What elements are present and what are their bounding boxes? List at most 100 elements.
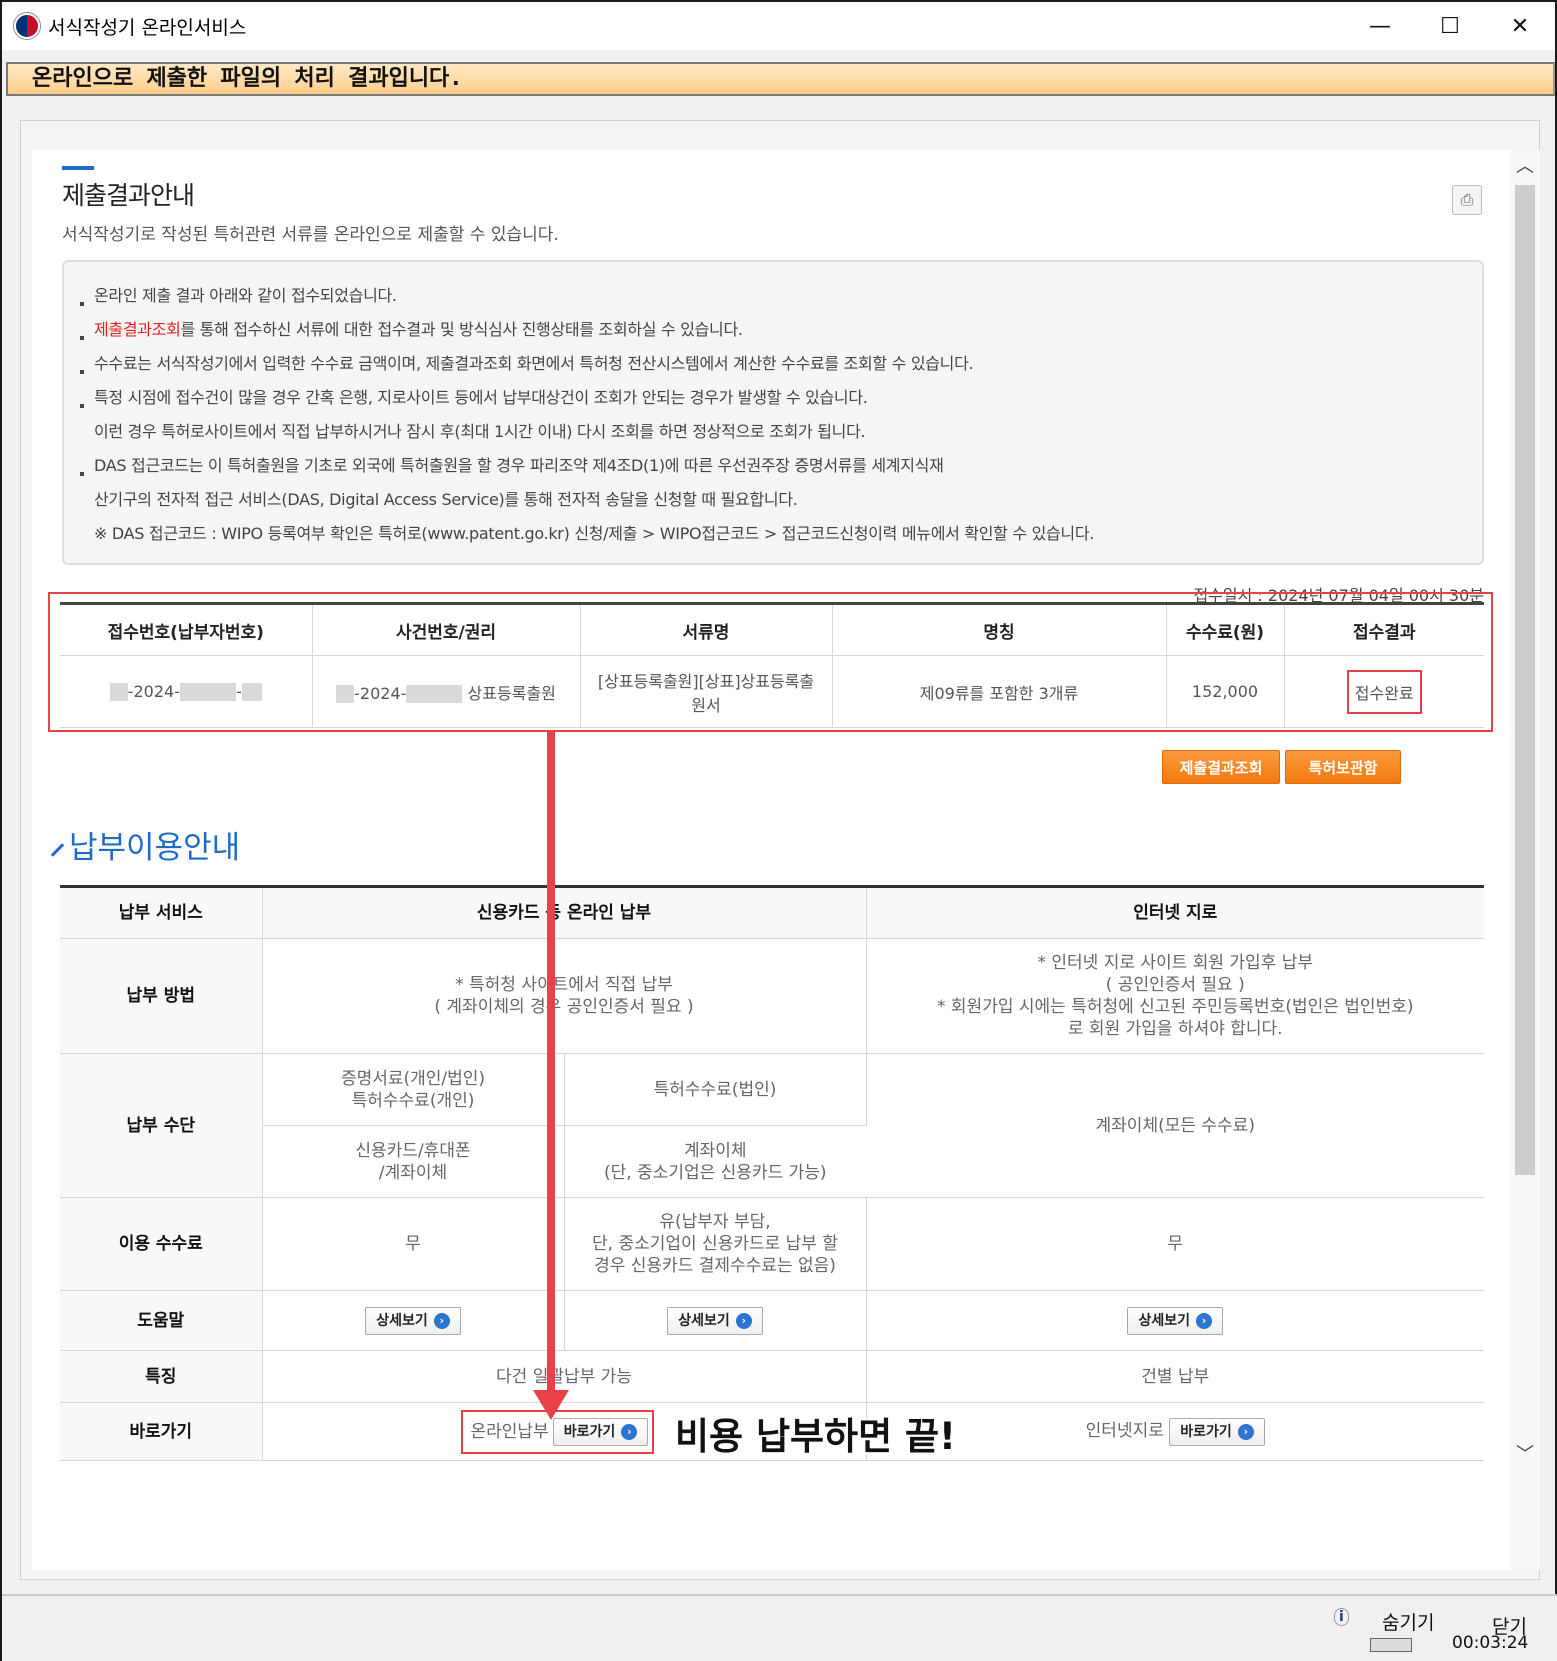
notice-line-7: 산기구의 전자적 접근 서비스(DAS, Digital Access Serv… <box>94 490 798 509</box>
table-row: 이용 수수료 무 유(납부자 부담, 단, 중소기업이 신용카드로 납부 할 경… <box>60 1197 1484 1291</box>
shortcut-giro-cell: 인터넷지로 바로가기 › <box>866 1402 1484 1461</box>
notice-box: 온라인 제출 결과 아래와 같이 접수되었습니다. 제출결과조회를 통해 접수하… <box>62 260 1484 565</box>
bullet-icon <box>80 336 84 340</box>
detail-button-transfer[interactable]: 상세보기 › <box>667 1306 763 1335</box>
notice-line-5: 이런 경우 특허로사이트에서 직접 납부하시거나 잠시 후(최대 1시간 이내)… <box>94 422 866 441</box>
col-doc-name: 서류명 <box>580 602 833 656</box>
help-label: 도움말 <box>60 1290 263 1351</box>
fee-giro: 무 <box>866 1197 1484 1291</box>
redacted-block <box>109 683 128 702</box>
method-online: * 특허청 사이트에서 직접 납부 ( 계좌이체의 경우 공인인증서 필요 ) <box>262 938 867 1054</box>
arrow-right-icon: › <box>433 1312 450 1329</box>
help-cell-b: 상세보기 › <box>564 1290 867 1351</box>
feature-label: 특징 <box>60 1350 263 1403</box>
help-cell-giro: 상세보기 › <box>866 1290 1484 1351</box>
bullet-icon <box>80 472 84 476</box>
means-giro: 계좌이체(모든 수수료) <box>866 1053 1484 1198</box>
status-badge: 접수완료 <box>1346 669 1422 714</box>
table-row: -2024- - -2024- 상표등록출원 [상표등록출원][상표]상표등록출원… <box>60 655 1484 728</box>
redacted-block <box>241 683 262 702</box>
col-fee: 수수료(원) <box>1166 602 1285 656</box>
means-label: 납부 수단 <box>60 1053 263 1198</box>
info-icon[interactable]: i <box>1334 1608 1349 1626</box>
print-icon[interactable]: ⎙ <box>1452 185 1482 215</box>
pay-header-row: 납부 서비스 신용카드 등 온라인 납부 인터넷 지로 <box>60 885 1484 939</box>
means-b2: 계좌이체 (단, 중소기업은 신용카드 가능) <box>564 1125 866 1198</box>
close-button[interactable]: ✕ <box>1485 2 1555 50</box>
method-giro: * 인터넷 지로 사이트 회원 가입후 납부 ( 공인인증서 필요 ) * 회원… <box>866 938 1484 1054</box>
title-bar: 서식작성기 온라인서비스 — ☐ ✕ <box>2 2 1555 50</box>
minimize-button[interactable]: — <box>1345 2 1415 50</box>
notice-line-1: 온라인 제출 결과 아래와 같이 접수되었습니다. <box>94 286 397 305</box>
notice-line-4: 특정 시점에 접수건이 많을 경우 간혹 은행, 지로사이트 등에서 납부대상건… <box>94 388 868 407</box>
redacted-block <box>179 683 236 702</box>
result-header-row: 접수번호(납부자번호) 사건번호/권리 서류명 명칭 수수료(원) 접수결과 <box>60 602 1484 656</box>
keyboard-icon <box>1370 1638 1412 1652</box>
patent-storage-button[interactable]: 특허보관함 <box>1285 750 1401 784</box>
redacted-block <box>406 685 463 703</box>
result-banner: 온라인으로 제출한 파일의 처리 결과입니다. <box>6 62 1555 96</box>
notice-line-2: 제출결과조회를 통해 접수하신 서류에 대한 접수결과 및 방식심사 진행상태를… <box>94 320 743 339</box>
giro-pay-goto-button[interactable]: 바로가기 › <box>1169 1417 1265 1446</box>
col-name: 명칭 <box>832 602 1167 656</box>
fee-a: 무 <box>262 1197 565 1291</box>
col-internet-giro: 인터넷 지로 <box>866 885 1484 939</box>
col-pay-service: 납부 서비스 <box>60 885 263 939</box>
section-description: 서식작성기로 작성된 특허관련 서류를 온라인으로 제출할 수 있습니다. <box>62 225 559 245</box>
scroll-up-icon[interactable]: ︿ <box>1510 152 1540 178</box>
hide-button[interactable]: 숨기기 <box>1382 1608 1434 1635</box>
redacted-block <box>336 685 355 703</box>
scroll-thumb[interactable] <box>1515 185 1535 1175</box>
section-accent-bar <box>62 166 94 170</box>
window-title: 서식작성기 온라인서비스 <box>48 16 247 39</box>
table-row: 납부 방법 * 특허청 사이트에서 직접 납부 ( 계좌이체의 경우 공인인증서… <box>60 938 1484 1054</box>
table-row: 도움말 상세보기 › 상세보기 › 상세보기 › <box>60 1290 1484 1351</box>
arrow-right-icon: › <box>1237 1423 1254 1440</box>
korea-emblem-icon <box>14 13 40 39</box>
result-table: 접수번호(납부자번호) 사건번호/권리 서류명 명칭 수수료(원) 접수결과 -… <box>60 602 1484 728</box>
method-label: 납부 방법 <box>60 938 263 1054</box>
status-bar: i 숨기기 닫기 <box>2 1594 1557 1661</box>
fee-b: 유(납부자 부담, 단, 중소기업이 신용카드로 납부 할 경우 신용카드 결제… <box>564 1197 867 1291</box>
bullet-icon <box>80 370 84 374</box>
scroll-down-icon[interactable]: ﹀ <box>1510 1440 1540 1466</box>
arrow-right-icon: › <box>621 1423 638 1440</box>
notice-line-3: 수수료는 서식작성기에서 입력한 수수료 금액이며, 제출결과조회 화면에서 특… <box>94 354 974 373</box>
app-window: 서식작성기 온라인서비스 — ☐ ✕ 온라인으로 제출한 파일의 처리 결과입니… <box>0 0 1557 1661</box>
name-cell: 제09류를 포함한 3개류 <box>832 655 1167 728</box>
online-pay-goto-button[interactable]: 바로가기 › <box>552 1417 649 1446</box>
maximize-button[interactable]: ☐ <box>1415 2 1485 50</box>
submit-result-link[interactable]: 제출결과조회 <box>94 320 181 339</box>
bullet-icon <box>80 404 84 408</box>
means-a2: 특허수수료(법인) <box>564 1053 867 1126</box>
col-online-pay: 신용카드 등 온라인 납부 <box>262 885 867 939</box>
case-no-cell: -2024- 상표등록출원 <box>312 655 581 728</box>
arrow-right-icon: › <box>1196 1312 1213 1329</box>
notice-line-8: ※ DAS 접근코드 : WIPO 등록여부 확인은 특허로(www.paten… <box>94 524 1095 543</box>
receipt-no-cell: -2024- - <box>60 655 313 728</box>
pencil-icon <box>50 842 65 857</box>
detail-button-card[interactable]: 상세보기 › <box>365 1306 461 1335</box>
arrow-right-icon: › <box>735 1312 752 1329</box>
table-row: 특징 다건 일괄납부 가능 건별 납부 <box>60 1350 1484 1403</box>
help-cell-a: 상세보기 › <box>262 1290 565 1351</box>
fee-cell: 152,000 <box>1166 655 1285 728</box>
annotation-arrow-head <box>533 1390 569 1420</box>
giro-pay-label: 인터넷지로 <box>1085 1420 1164 1441</box>
col-receipt-no: 접수번호(납부자번호) <box>60 602 313 656</box>
vertical-scrollbar[interactable]: ︿ ﹀ <box>1510 150 1540 1570</box>
session-timer: 00:03:24 <box>1452 1633 1529 1653</box>
detail-button-giro[interactable]: 상세보기 › <box>1127 1306 1224 1335</box>
annotation-callout: 비용 납부하면 끝! <box>675 1415 956 1458</box>
col-result: 접수결과 <box>1284 602 1484 656</box>
result-cell: 접수완료 <box>1284 655 1484 728</box>
payment-info-table: 납부 서비스 신용카드 등 온라인 납부 인터넷 지로 납부 방법 * 특허청 … <box>60 885 1484 1461</box>
col-case-no: 사건번호/권리 <box>312 602 581 656</box>
content-panel: 제출결과안내 ⎙ 서식작성기로 작성된 특허관련 서류를 온라인으로 제출할 수… <box>32 150 1512 1570</box>
pay-section-title: 납부이용안내 <box>50 822 240 867</box>
submit-result-button[interactable]: 제출결과조회 <box>1162 750 1280 784</box>
means-a1: 증명서료(개인/법인) 특허수수료(개인) <box>262 1053 565 1126</box>
fee-label: 이용 수수료 <box>60 1197 263 1291</box>
means-b1: 신용카드/휴대폰 /계좌이체 <box>262 1125 565 1198</box>
annotation-arrow-line <box>547 730 555 1395</box>
